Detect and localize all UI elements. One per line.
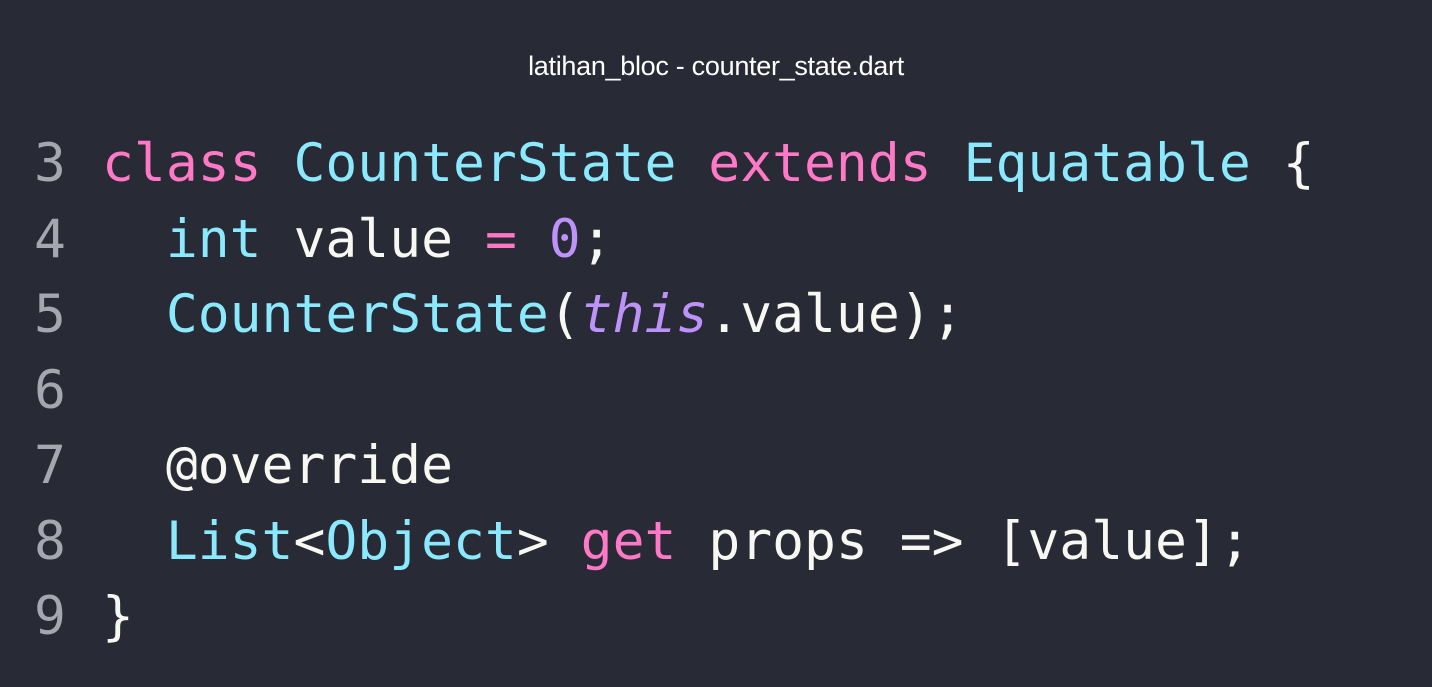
code-token: = [484, 208, 517, 270]
code-token: { [1250, 133, 1315, 194]
line-number: 9 [34, 586, 66, 647]
code-token: int [165, 208, 262, 270]
code-line-text: } [102, 579, 134, 655]
code-block: 3 class CounterState extends Equatable {4… [34, 126, 1315, 655]
line-number: 5 [34, 284, 66, 345]
code-line-text: @override [102, 428, 453, 504]
code-token: props => [value]; [676, 510, 1251, 572]
code-token: ; [580, 208, 613, 270]
code-line: 6 [34, 353, 1315, 429]
code-token: ( [548, 284, 581, 345]
code-token: extends [708, 133, 932, 194]
code-line: 3 class CounterState extends Equatable { [34, 126, 1315, 202]
code-line-text: int value = 0; [102, 202, 613, 278]
code-token: Object [325, 510, 517, 572]
code-token: get [580, 510, 677, 572]
code-token: CounterState [293, 133, 677, 194]
line-number: 8 [34, 510, 66, 572]
code-line: 5 CounterState(this.value); [34, 277, 1315, 353]
code-token: Equatable [963, 133, 1251, 194]
window-title: latihan_bloc - counter_state.dart [528, 51, 904, 81]
code-line: 4 int value = 0; [34, 202, 1315, 278]
code-line: 8 List<Object> get props => [value]; [34, 504, 1315, 580]
code-token: .value); [708, 284, 964, 345]
code-token: 0 [548, 208, 581, 270]
code-token: @override [102, 435, 453, 496]
code-token: class [102, 133, 262, 194]
line-number: 7 [34, 435, 66, 496]
code-line-text: CounterState(this.value); [102, 277, 964, 353]
code-token: List [165, 510, 294, 572]
code-token: > [516, 510, 581, 572]
code-token: this [580, 284, 709, 345]
code-line: 7 @override [34, 428, 1315, 504]
code-token: CounterState [165, 284, 549, 345]
code-snippet-window: latihan_bloc - counter_state.dart 3 class… [0, 0, 1432, 687]
line-number: 3 [34, 133, 66, 194]
code-line: 9} [34, 579, 1315, 655]
line-number: 4 [34, 208, 66, 270]
line-number: 6 [34, 359, 66, 421]
code-token: } [102, 586, 134, 647]
code-token: < [293, 510, 326, 572]
code-line-text: List<Object> get props => [value]; [102, 504, 1251, 580]
code-line-text: class CounterState extends Equatable { [102, 126, 1315, 202]
code-token: value [261, 208, 485, 270]
